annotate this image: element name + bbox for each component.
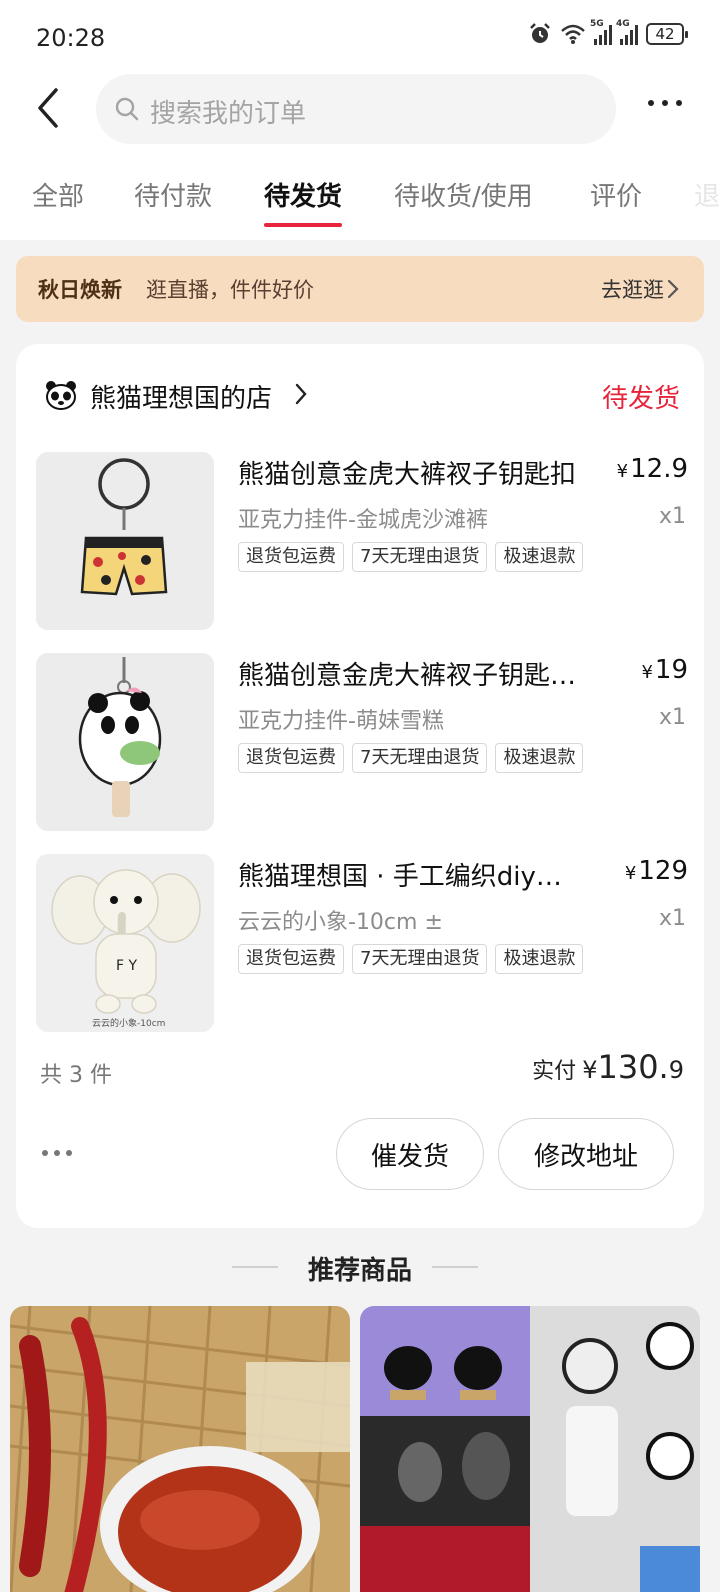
order-tabs: 全部 待付款 待发货 待收货/使用 评价 退 — [0, 170, 720, 230]
status-icons: 5G 4G 42 — [528, 19, 688, 46]
service-tags: 退货包运费 7天无理由退货 极速退款 — [238, 743, 584, 773]
change-address-button[interactable]: 修改地址 — [498, 1118, 674, 1190]
wifi-icon — [561, 24, 585, 44]
tag-fast-refund: 极速退款 — [495, 542, 584, 572]
shop-name[interactable]: 熊猫理想国的店 — [90, 378, 272, 415]
search-placeholder: 搜索我的订单 — [150, 99, 307, 129]
product-price: ¥19 — [641, 655, 688, 685]
tag-7day-return: 7天无理由退货 — [352, 542, 488, 572]
panda-shop-icon — [46, 381, 76, 410]
product-image[interactable] — [36, 452, 214, 630]
order-card: 熊猫理想国的店 待发货 熊猫创意金虎大裤衩子钥匙扣 ¥12.9 亚克力挂件-金城… — [16, 344, 704, 1228]
product-price: ¥129 — [624, 856, 688, 886]
status-time: 20:28 — [36, 24, 106, 52]
banner-action[interactable]: 去逛逛 — [601, 274, 664, 304]
service-tags: 退货包运费 7天无理由退货 极速退款 — [238, 944, 584, 974]
product-qty: x1 — [658, 504, 686, 529]
tab-all[interactable]: 全部 — [32, 176, 84, 213]
product-title[interactable]: 熊猫创意金虎大裤衩子钥匙扣 — [238, 454, 578, 491]
svg-text:F Y: F Y — [116, 958, 138, 974]
urge-shipment-button[interactable]: 催发货 — [336, 1118, 484, 1190]
tag-return-shipping: 退货包运费 — [238, 542, 344, 572]
tag-7day-return: 7天无理由退货 — [352, 944, 488, 974]
product-spec: 亚克力挂件-萌妹雪糕 — [238, 709, 444, 734]
search-input[interactable]: 搜索我的订单 — [96, 74, 616, 144]
recommend-title: 推荐商品 — [307, 1256, 412, 1286]
product-image[interactable]: F Y 云云的小象-10cm — [36, 854, 214, 1032]
tab-pending-payment[interactable]: 待付款 — [134, 176, 212, 213]
product-price: ¥12.9 — [616, 454, 688, 484]
order-item[interactable]: F Y 云云的小象-10cm 熊猫理想国 · 手工编织diy小象 ¥129 云云… — [36, 854, 688, 1032]
product-spec: 亚克力挂件-金城虎沙滩裤 — [238, 508, 488, 533]
tag-return-shipping: 退货包运费 — [238, 743, 344, 773]
alarm-icon — [530, 23, 550, 43]
order-item[interactable]: 熊猫创意金虎大裤衩子钥匙扣挂件 ¥19 亚克力挂件-萌妹雪糕 x1 退货包运费 … — [36, 653, 688, 831]
product-qty: x1 — [658, 906, 686, 931]
product-qty: x1 — [658, 705, 686, 730]
product-title[interactable]: 熊猫理想国 · 手工编织diy小象 — [238, 856, 578, 893]
battery-icon: 42 — [646, 23, 688, 45]
more-dots-icon[interactable] — [648, 100, 682, 106]
status-bar: 20:28 5G 4G 42 — [0, 0, 720, 78]
tab-review[interactable]: 评价 — [590, 176, 642, 213]
recommended-product-card[interactable] — [360, 1306, 700, 1592]
product-image-caption: 云云的小象-10cm — [92, 1017, 165, 1029]
paid-label: 实付 — [532, 1059, 577, 1084]
chevron-right-icon — [667, 279, 679, 299]
item-count: 共 3 件 — [40, 1063, 112, 1088]
product-spec: 云云的小象-10cm ± — [238, 910, 443, 935]
paid-amount: 实付 ¥130.9 — [532, 1048, 684, 1086]
more-actions-icon[interactable] — [42, 1150, 72, 1156]
chevron-right-icon[interactable] — [294, 382, 308, 406]
tag-return-shipping: 退货包运费 — [238, 944, 344, 974]
product-image — [360, 1306, 700, 1592]
product-image — [10, 1306, 350, 1592]
tag-fast-refund: 极速退款 — [495, 743, 584, 773]
service-tags: 退货包运费 7天无理由退货 极速退款 — [238, 542, 584, 572]
nav-bar: 搜索我的订单 — [0, 72, 720, 148]
recommended-product-card[interactable] — [10, 1306, 350, 1592]
banner-subtitle: 逛直播，件件好价 — [146, 278, 314, 302]
tab-refund[interactable]: 退 — [694, 176, 720, 213]
tab-pending-receipt[interactable]: 待收货/使用 — [394, 176, 533, 213]
product-title[interactable]: 熊猫创意金虎大裤衩子钥匙扣挂件 — [238, 655, 590, 692]
order-item[interactable]: 熊猫创意金虎大裤衩子钥匙扣 ¥12.9 亚克力挂件-金城虎沙滩裤 x1 退货包运… — [36, 452, 688, 630]
search-icon — [115, 97, 139, 121]
product-image[interactable] — [36, 653, 214, 831]
tab-pending-shipment[interactable]: 待发货 — [264, 176, 343, 227]
recommend-header: 推荐商品 — [0, 1244, 720, 1292]
banner-title: 秋日焕新 — [38, 278, 122, 302]
tag-fast-refund: 极速退款 — [495, 944, 584, 974]
signal-icon: 5G — [590, 19, 612, 45]
top-area: 20:28 5G 4G 42 搜索我的订单 全部 待付款 待发货 待收货/使用 … — [0, 0, 720, 240]
back-arrow-icon[interactable] — [32, 86, 68, 130]
tag-7day-return: 7天无理由退货 — [352, 743, 488, 773]
divider — [432, 1266, 478, 1268]
promo-banner[interactable]: 秋日焕新 逛直播，件件好价 去逛逛 — [16, 256, 704, 322]
order-status: 待发货 — [601, 384, 680, 414]
signal-icon-2: 4G — [616, 19, 638, 45]
